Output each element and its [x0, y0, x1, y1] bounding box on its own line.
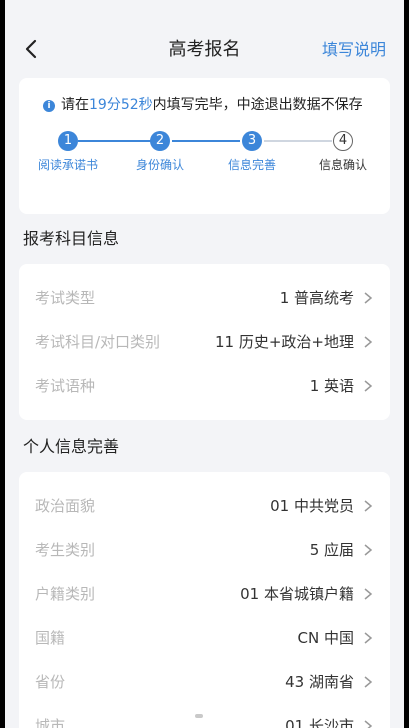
- province-row[interactable]: 省份 43 湖南省: [19, 660, 390, 704]
- step-1-circle: 1: [58, 131, 78, 151]
- row-label: 考试科目/对口类别: [35, 333, 161, 351]
- notice-suffix: 内填写完毕，中途退出数据不保存: [152, 97, 363, 113]
- exam-subject-row[interactable]: 考试科目/对口类别 11 历史+政治+地理: [19, 320, 390, 364]
- row-value: 01 本省城镇户籍: [240, 585, 354, 603]
- household-type-row[interactable]: 户籍类别 01 本省城镇户籍: [19, 572, 390, 616]
- step-2-circle: 2: [150, 131, 170, 151]
- row-value: 1 英语: [309, 377, 354, 395]
- exam-type-row[interactable]: 考试类型 1 普高统考: [19, 276, 390, 320]
- row-label: 国籍: [35, 629, 66, 647]
- step-connector-2: [172, 140, 240, 142]
- countdown-timer: 19分52秒: [89, 97, 153, 113]
- step-3-label: 信息完善: [227, 158, 276, 172]
- step-2-label: 身份确认: [135, 158, 184, 172]
- row-value: 11 历史+政治+地理: [215, 333, 354, 351]
- candidate-category-row[interactable]: 考生类别 5 应届: [19, 528, 390, 572]
- step-3-circle: 3: [242, 131, 262, 151]
- time-notice: i 请在19分52秒内填写完毕，中途退出数据不保存: [43, 96, 363, 114]
- chevron-right-icon: [364, 292, 373, 304]
- row-value: 01 长沙市: [285, 717, 354, 728]
- row-value: 01 中共党员: [270, 497, 354, 515]
- chevron-right-icon: [364, 544, 373, 556]
- chevron-right-icon: [364, 500, 373, 512]
- notice-prefix: 请在: [61, 97, 89, 113]
- progress-card: i 请在19分52秒内填写完毕，中途退出数据不保存 1 2 3 4 阅读承诺书 身…: [19, 78, 390, 214]
- exam-language-row[interactable]: 考试语种 1 英语: [19, 364, 390, 408]
- chevron-right-icon: [364, 336, 373, 348]
- step-4-label: 信息确认: [318, 158, 367, 172]
- row-label: 考试类型: [35, 289, 96, 307]
- row-label: 考生类别: [35, 541, 96, 559]
- political-status-row[interactable]: 政治面貌 01 中共党员: [19, 484, 390, 528]
- row-value: 5 应届: [309, 541, 354, 559]
- chevron-right-icon: [364, 720, 373, 728]
- personal-section-title: 个人信息完善: [23, 437, 120, 456]
- chevron-right-icon: [364, 588, 373, 600]
- step-connector-3: [264, 140, 332, 142]
- row-label: 省份: [35, 673, 66, 691]
- step-connector-1: [78, 140, 156, 142]
- step-1-label: 阅读承诺书: [37, 158, 98, 172]
- chevron-right-icon: [364, 676, 373, 688]
- help-link[interactable]: 填写说明: [322, 40, 386, 60]
- exam-section-title: 报考科目信息: [23, 229, 120, 248]
- city-row[interactable]: 城市 01 长沙市: [19, 704, 390, 728]
- nav-bar: 高考报名 填写说明: [5, 22, 404, 78]
- chevron-right-icon: [364, 632, 373, 644]
- row-value: 1 普高统考: [279, 289, 354, 307]
- step-4-circle: 4: [333, 131, 353, 151]
- nationality-row[interactable]: 国籍 CN 中国: [19, 616, 390, 660]
- chevron-right-icon: [364, 380, 373, 392]
- row-label: 户籍类别: [35, 585, 96, 603]
- row-label: 政治面貌: [35, 497, 96, 515]
- row-label: 城市: [35, 717, 66, 728]
- row-label: 考试语种: [35, 377, 96, 395]
- screen: 高考报名 填写说明 i 请在19分52秒内填写完毕，中途退出数据不保存 1 2 3…: [5, 0, 404, 728]
- info-icon: i: [43, 100, 55, 112]
- exam-info-card: 考试类型 1 普高统考 考试科目/对口类别 11 历史+政治+地理 考试语种 1…: [19, 264, 390, 420]
- row-value: CN 中国: [297, 629, 354, 647]
- personal-info-card: 政治面貌 01 中共党员 考生类别 5 应届 户籍类别 01 本省城镇户籍 国籍…: [19, 472, 390, 728]
- scroll-handle: [195, 714, 203, 718]
- row-value: 43 湖南省: [285, 673, 354, 691]
